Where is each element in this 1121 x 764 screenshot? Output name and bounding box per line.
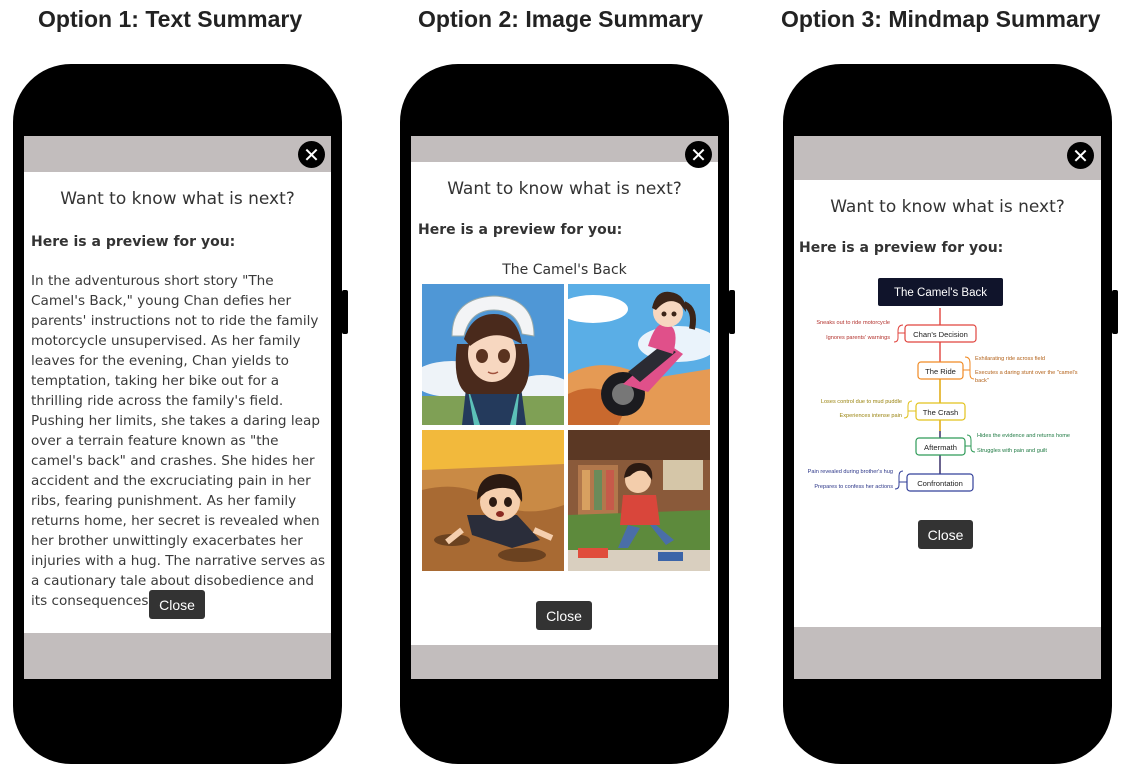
preview-label: Here is a preview for you: bbox=[418, 222, 623, 238]
image-tile-2 bbox=[568, 284, 710, 425]
close-button[interactable]: Close bbox=[536, 601, 592, 630]
image-summary-title: The Camel's Back bbox=[502, 262, 627, 278]
close-icon[interactable]: ✕ bbox=[1067, 142, 1094, 169]
option-1-title: Option 1: Text Summary bbox=[38, 6, 303, 32]
dialog-panel: Want to know what is next? Here is a pre… bbox=[794, 180, 1101, 627]
mindmap-leaf: Pain revealed during brother's hug bbox=[808, 469, 893, 475]
phone-side-button bbox=[342, 290, 348, 334]
dialog-heading: Want to know what is next? bbox=[60, 189, 295, 209]
mindmap-leaf: Experiences intense pain bbox=[839, 413, 902, 419]
mindmap-leaf: Executes a daring stunt over the "camel'… bbox=[975, 370, 1078, 376]
mindmap-node-label: Confrontation bbox=[917, 479, 963, 488]
image-tile-4 bbox=[568, 430, 710, 571]
phone-screen-text: Want to know what is next? Here is a pre… bbox=[24, 136, 331, 679]
phone-side-button bbox=[1112, 290, 1118, 334]
phone-screen-image: Want to know what is next? Here is a pre… bbox=[411, 136, 718, 679]
mindmap-leaf: Loses control due to mud puddle bbox=[821, 399, 902, 405]
close-icon[interactable]: ✕ bbox=[685, 141, 712, 168]
mindmap-leaf: back" bbox=[975, 378, 989, 384]
mindmap-leaf: Sneaks out to ride motorcycle bbox=[816, 320, 890, 326]
dialog-heading: Want to know what is next? bbox=[447, 179, 682, 199]
preview-label: Here is a preview for you: bbox=[31, 234, 236, 250]
mindmap-leaf: Exhilarating ride across field bbox=[975, 356, 1045, 362]
option-3-title: Option 3: Mindmap Summary bbox=[781, 6, 1101, 32]
mindmap-root-label: The Camel's Back bbox=[894, 287, 987, 299]
phone-side-button bbox=[729, 290, 735, 334]
dialog-panel: Want to know what is next? Here is a pre… bbox=[24, 172, 331, 633]
mindmap-leaf: Hides the evidence and returns home bbox=[977, 433, 1070, 439]
mindmap-leaf: Struggles with pain and guilt bbox=[977, 448, 1047, 454]
image-tile-3 bbox=[422, 430, 564, 571]
dialog-panel: Want to know what is next? Here is a pre… bbox=[411, 162, 718, 645]
mindmap-node-label: The Ride bbox=[925, 367, 956, 376]
close-button[interactable]: Close bbox=[918, 520, 973, 549]
text-summary: In the adventurous short story "The Came… bbox=[31, 273, 326, 609]
close-button[interactable]: Close bbox=[149, 590, 205, 619]
mindmap-node-label: Chan's Decision bbox=[913, 330, 968, 339]
mindmap: The Camel's Back Chan's Decision Sneaks … bbox=[808, 278, 1078, 492]
preview-label: Here is a preview for you: bbox=[799, 240, 1004, 256]
close-icon[interactable]: ✕ bbox=[298, 141, 325, 168]
image-tile-1 bbox=[422, 284, 564, 425]
mindmap-leaf: Prepares to confess her actions bbox=[814, 484, 893, 490]
dialog-heading: Want to know what is next? bbox=[830, 197, 1065, 217]
mindmap-leaf: Ignores parents' warnings bbox=[826, 335, 890, 341]
mindmap-node-label: Aftermath bbox=[924, 443, 957, 452]
mindmap-node-label: The Crash bbox=[923, 408, 958, 417]
phone-screen-mindmap: Want to know what is next? Here is a pre… bbox=[794, 136, 1101, 679]
option-2-title: Option 2: Image Summary bbox=[418, 6, 704, 32]
